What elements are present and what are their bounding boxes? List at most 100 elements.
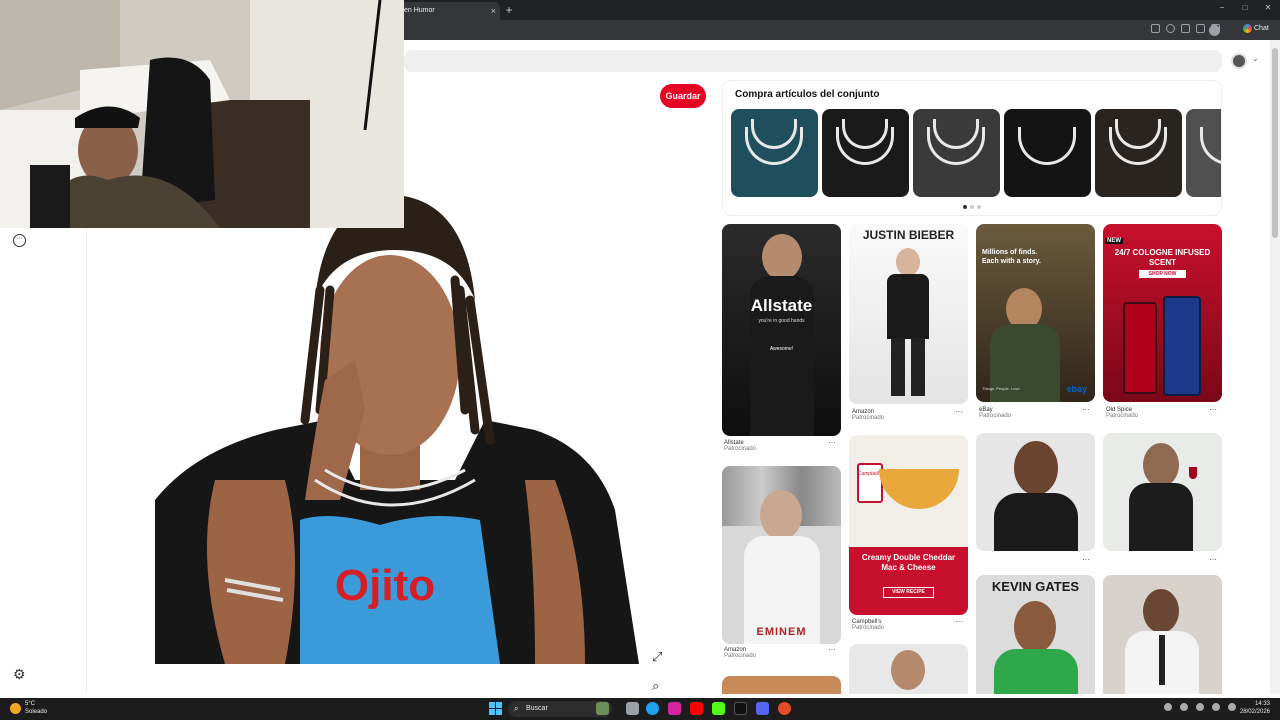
pin-sponsored: Patrocinado	[852, 625, 885, 631]
more-icon[interactable]: ···	[1082, 555, 1090, 564]
allstate-cta: Awesome!	[769, 346, 794, 352]
search-bar[interactable]	[404, 50, 1222, 72]
chevron-down-icon[interactable]: ⌄	[1252, 54, 1259, 63]
microphone-icon[interactable]	[1196, 703, 1204, 711]
pin-kevin-hart[interactable]	[976, 433, 1095, 551]
browser-tab[interactable]: en Humor ×	[398, 2, 500, 20]
eminem-title: EMINEM	[756, 626, 807, 638]
pin-meta: Old Spice Patrocinado	[1106, 407, 1138, 419]
shop-item[interactable]	[822, 109, 909, 197]
weather-text: 5°C Soleado	[25, 700, 47, 716]
search-icon: ⌕	[514, 704, 519, 713]
pin-old-spice[interactable]: NEW 24/7 COLOGNE INFUSED SCENT SHOP NOW	[1103, 224, 1222, 402]
profile-avatar-icon[interactable]	[1209, 25, 1220, 36]
youtube-icon[interactable]	[690, 702, 703, 715]
instagram-icon[interactable]	[668, 702, 681, 715]
old-spice-cta[interactable]: SHOP NOW	[1139, 270, 1186, 278]
more-icon[interactable]: ···	[1209, 555, 1217, 564]
close-window-button[interactable]: ✕	[1258, 3, 1278, 12]
pin-ebay[interactable]: Millions of finds. Each with a story. Th…	[976, 224, 1095, 402]
pin-bieber[interactable]: JUSTIN BIEBER	[849, 224, 968, 404]
maximize-button[interactable]: □	[1235, 3, 1255, 12]
shop-item[interactable]	[1186, 109, 1221, 197]
pin-partial[interactable]	[849, 644, 968, 694]
pin-sponsored: Patrocinado	[724, 446, 757, 452]
user-avatar[interactable]	[1231, 53, 1247, 69]
pin-sponsored: Patrocinado	[979, 413, 1012, 419]
carousel-dots	[963, 205, 981, 209]
webcam-feed	[0, 0, 404, 228]
pin-partial[interactable]	[722, 676, 841, 694]
pin-allstate[interactable]: Allstate you're in good hands Awesome!	[722, 224, 841, 436]
visual-search-icon[interactable]: ⌕	[652, 678, 659, 694]
clock[interactable]: 14:33 28/02/2026	[1240, 700, 1270, 716]
search-highlight-icon[interactable]	[596, 702, 609, 715]
expand-icon[interactable]: ⤢	[652, 649, 662, 665]
old-spice-headline: 24/7 COLOGNE INFUSED SCENT	[1114, 248, 1211, 267]
save-button[interactable]: Guardar	[660, 84, 706, 108]
tab-title: en Humor	[404, 7, 435, 14]
tiktok-icon[interactable]	[734, 702, 747, 715]
kick-icon[interactable]	[712, 702, 725, 715]
minimize-button[interactable]: −	[1212, 3, 1232, 12]
windows-start-icon[interactable]	[489, 702, 502, 715]
pin-image[interactable]: Ojito	[155, 180, 639, 664]
pin-meta: Amazon Patrocinado	[852, 409, 884, 421]
shop-item[interactable]	[731, 109, 818, 197]
pin-man-in-shirt[interactable]	[1103, 575, 1222, 694]
shop-the-look-panel: Compra artículos del conjunto	[722, 80, 1222, 216]
page-scrollbar[interactable]	[1270, 40, 1280, 694]
chat-button[interactable]: Chat	[1243, 24, 1269, 33]
windows-taskbar: 5°C Soleado ⌕ Buscar 14:33 28/02/2026	[0, 698, 1280, 720]
onedrive-icon[interactable]	[1180, 703, 1188, 711]
left-rail: ··· ⚙	[0, 226, 40, 694]
file-explorer-icon[interactable]	[626, 702, 639, 715]
extension-icon[interactable]	[1181, 24, 1190, 33]
pin-meta: Amazon Patrocinado	[724, 647, 756, 659]
shop-item[interactable]	[1004, 109, 1091, 197]
carousel-dot[interactable]	[963, 205, 967, 209]
ebay-footer: Things. People. Love.	[982, 386, 1021, 391]
pin-sponsored: Patrocinado	[724, 653, 757, 659]
new-tab-button[interactable]: +	[502, 2, 516, 18]
chrome-icon[interactable]	[778, 702, 791, 715]
allstate-tagline: you're in good hands	[758, 318, 805, 324]
more-icon[interactable]: ···	[1082, 405, 1090, 414]
pin-man-with-wine[interactable]	[1103, 433, 1222, 551]
more-icon[interactable]: ···	[955, 407, 963, 416]
shop-title: Compra artículos del conjunto	[735, 89, 880, 100]
more-icon[interactable]: ···	[955, 617, 963, 626]
download-icon[interactable]	[1196, 24, 1205, 33]
pin-kevin-gates[interactable]: KEVIN GATES	[976, 575, 1095, 694]
bieber-title: JUSTIN BIEBER	[862, 228, 955, 242]
pin-sponsored: Patrocinado	[852, 415, 885, 421]
gear-icon[interactable]: ⚙	[13, 666, 26, 683]
more-icon[interactable]: ···	[828, 438, 836, 447]
shop-item[interactable]	[1095, 109, 1182, 197]
pin-campbells[interactable]: Campbell's Creamy Double Cheddar Mac & C…	[849, 435, 968, 615]
install-icon[interactable]	[1151, 24, 1160, 33]
messages-icon[interactable]: ···	[13, 234, 26, 247]
pin-meta: eBay Patrocinado	[979, 407, 1011, 419]
discord-icon[interactable]	[756, 702, 769, 715]
weather-condition: Soleado	[25, 709, 48, 715]
more-icon[interactable]: ···	[1209, 405, 1217, 414]
taskbar-search-label: Buscar	[526, 705, 548, 712]
tab-close-icon[interactable]: ×	[491, 2, 496, 20]
system-tray	[1164, 703, 1236, 711]
pin-eminem[interactable]: EMINEM	[722, 466, 841, 644]
chevron-up-icon[interactable]	[1164, 703, 1172, 711]
more-icon[interactable]: ···	[828, 645, 836, 654]
volume-icon[interactable]	[1228, 703, 1236, 711]
carousel-dot[interactable]	[977, 205, 981, 209]
webcam-overlay	[0, 0, 404, 228]
edge-icon[interactable]	[646, 702, 659, 715]
shop-item[interactable]	[913, 109, 1000, 197]
wifi-icon[interactable]	[1212, 703, 1220, 711]
campbells-cta[interactable]: VIEW RECIPE	[883, 587, 934, 598]
carousel-dot[interactable]	[970, 205, 974, 209]
scroll-thumb[interactable]	[1272, 48, 1278, 238]
weather-temp: 5°C	[25, 701, 36, 707]
bookmark-star-icon[interactable]	[1166, 24, 1175, 33]
old-spice-badge: NEW	[1105, 238, 1123, 244]
